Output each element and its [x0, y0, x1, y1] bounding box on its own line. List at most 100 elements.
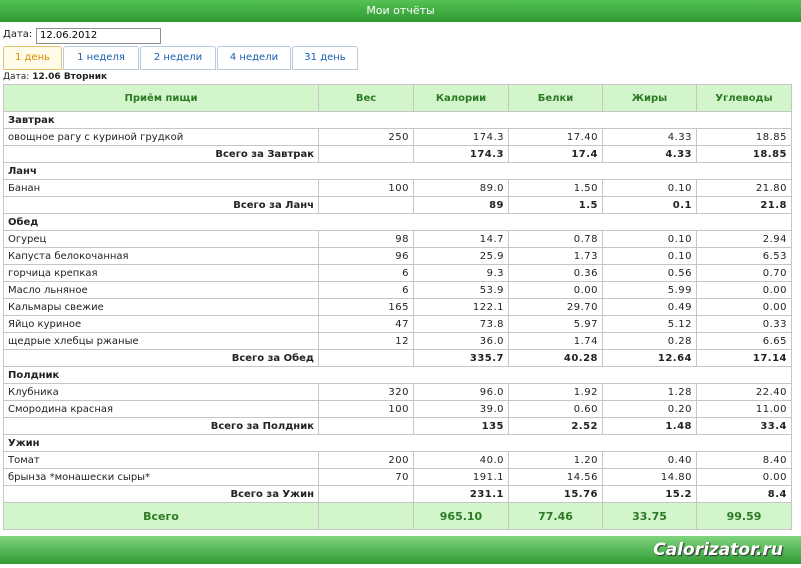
cell-calories: 25.9 [413, 247, 509, 265]
cell-carbs: 6.53 [696, 247, 792, 265]
date-label: Дата: [3, 29, 33, 40]
cell-protein: 1.73 [508, 247, 603, 265]
cell-protein: 1.20 [508, 451, 603, 469]
report-table: Приём пищи Вес Калории Белки Жиры Углево… [3, 84, 792, 530]
cell-protein: 0.00 [508, 281, 603, 299]
report-date-value: 12.06 Вторник [32, 72, 108, 82]
subtotal-row: Всего за Ланч 89 1.5 0.1 21.8 [3, 196, 792, 214]
subtotal-weight [318, 417, 414, 435]
tab-31-days[interactable]: 31 день [292, 46, 358, 70]
cell-carbs: 0.00 [696, 281, 792, 299]
cell-fat: 1.28 [602, 383, 697, 401]
subtotal-calories: 135 [413, 417, 509, 435]
cell-carbs: 22.40 [696, 383, 792, 401]
meal-section-title: Ужин [3, 434, 792, 452]
cell-name: щедрые хлебцы ржаные [3, 332, 319, 350]
meal-section-title: Обед [3, 213, 792, 231]
cell-protein: 0.36 [508, 264, 603, 282]
grand-total-protein: 77.46 [508, 502, 603, 530]
subtotal-name: Всего за Полдник [3, 417, 319, 435]
subtotal-weight [318, 145, 414, 163]
subtotal-fat: 1.48 [602, 417, 697, 435]
header-calories: Калории [413, 84, 509, 112]
window-title: Мои отчёты [0, 0, 801, 22]
tab-4-weeks[interactable]: 4 недели [217, 46, 291, 70]
cell-calories: 40.0 [413, 451, 509, 469]
table-body: Завтрак овощное рагу с куриной грудкой 250… [3, 111, 792, 503]
cell-weight: 6 [318, 281, 414, 299]
cell-fat: 5.12 [602, 315, 697, 333]
cell-protein: 1.92 [508, 383, 603, 401]
meal-section-row: Завтрак [3, 111, 792, 129]
header-fat: Жиры [602, 84, 697, 112]
cell-weight: 320 [318, 383, 414, 401]
table-row: горчица крепкая 6 9.3 0.36 0.56 0.70 [3, 264, 792, 282]
cell-calories: 53.9 [413, 281, 509, 299]
table-row: Капуста белокочанная 96 25.9 1.73 0.10 6.53 [3, 247, 792, 265]
cell-calories: 9.3 [413, 264, 509, 282]
subtotal-name: Всего за Обед [3, 349, 319, 367]
cell-weight: 100 [318, 400, 414, 418]
subtotal-fat: 4.33 [602, 145, 697, 163]
subtotal-row: Всего за Завтрак 174.3 17.4 4.33 18.85 [3, 145, 792, 163]
date-input[interactable] [36, 28, 161, 44]
subtotal-name: Всего за Завтрак [3, 145, 319, 163]
cell-name: Кальмары свежие [3, 298, 319, 316]
cell-protein: 1.50 [508, 179, 603, 197]
meal-section-row: Обед [3, 213, 792, 231]
table-row: Огурец 98 14.7 0.78 0.10 2.94 [3, 230, 792, 248]
subtotal-protein: 40.28 [508, 349, 603, 367]
header-weight: Вес [318, 84, 414, 112]
grand-total-row: Всего 965.10 77.46 33.75 99.59 [3, 502, 792, 530]
table-row: Клубника 320 96.0 1.92 1.28 22.40 [3, 383, 792, 401]
cell-name: Капуста белокочанная [3, 247, 319, 265]
cell-calories: 96.0 [413, 383, 509, 401]
brand-logo-text: Calorizator.ru [653, 540, 783, 560]
cell-name: Смородина красная [3, 400, 319, 418]
cell-carbs: 11.00 [696, 400, 792, 418]
cell-weight: 250 [318, 128, 414, 146]
cell-name: Масло льняное [3, 281, 319, 299]
subtotal-carbs: 21.8 [696, 196, 792, 214]
table-row: щедрые хлебцы ржаные 12 36.0 1.74 0.28 6.65 [3, 332, 792, 350]
cell-name: овощное рагу с куриной грудкой [3, 128, 319, 146]
cell-fat: 0.49 [602, 298, 697, 316]
cell-calories: 191.1 [413, 468, 509, 486]
subtotal-weight [318, 485, 414, 503]
subtotal-protein: 17.4 [508, 145, 603, 163]
subtotal-row: Всего за Полдник 135 2.52 1.48 33.4 [3, 417, 792, 435]
period-tabs: 1 день 1 неделя 2 недели 4 недели 31 ден… [3, 46, 359, 70]
cell-weight: 47 [318, 315, 414, 333]
cell-carbs: 0.00 [696, 298, 792, 316]
table-row: Масло льняное 6 53.9 0.00 5.99 0.00 [3, 281, 792, 299]
subtotal-carbs: 17.14 [696, 349, 792, 367]
cell-name: горчица крепкая [3, 264, 319, 282]
cell-name: Яйцо куриное [3, 315, 319, 333]
subtotal-calories: 174.3 [413, 145, 509, 163]
cell-protein: 14.56 [508, 468, 603, 486]
grand-total-fat: 33.75 [602, 502, 697, 530]
cell-weight: 98 [318, 230, 414, 248]
cell-protein: 5.97 [508, 315, 603, 333]
tab-1-day[interactable]: 1 день [3, 46, 62, 70]
subtotal-carbs: 18.85 [696, 145, 792, 163]
meal-section-title: Завтрак [3, 111, 792, 129]
cell-carbs: 0.33 [696, 315, 792, 333]
cell-carbs: 0.70 [696, 264, 792, 282]
cell-calories: 14.7 [413, 230, 509, 248]
subtotal-name: Всего за Ланч [3, 196, 319, 214]
subtotal-protein: 1.5 [508, 196, 603, 214]
subtotal-name: Всего за Ужин [3, 485, 319, 503]
grand-total-calories: 965.10 [413, 502, 509, 530]
meal-section-title: Ланч [3, 162, 792, 180]
subtotal-protein: 15.76 [508, 485, 603, 503]
header-protein: Белки [508, 84, 603, 112]
subtotal-fat: 12.64 [602, 349, 697, 367]
subtotal-weight [318, 349, 414, 367]
tab-1-week[interactable]: 1 неделя [63, 46, 139, 70]
subtotal-calories: 335.7 [413, 349, 509, 367]
subtotal-weight [318, 196, 414, 214]
tab-2-weeks[interactable]: 2 недели [140, 46, 216, 70]
cell-calories: 39.0 [413, 400, 509, 418]
cell-protein: 0.60 [508, 400, 603, 418]
